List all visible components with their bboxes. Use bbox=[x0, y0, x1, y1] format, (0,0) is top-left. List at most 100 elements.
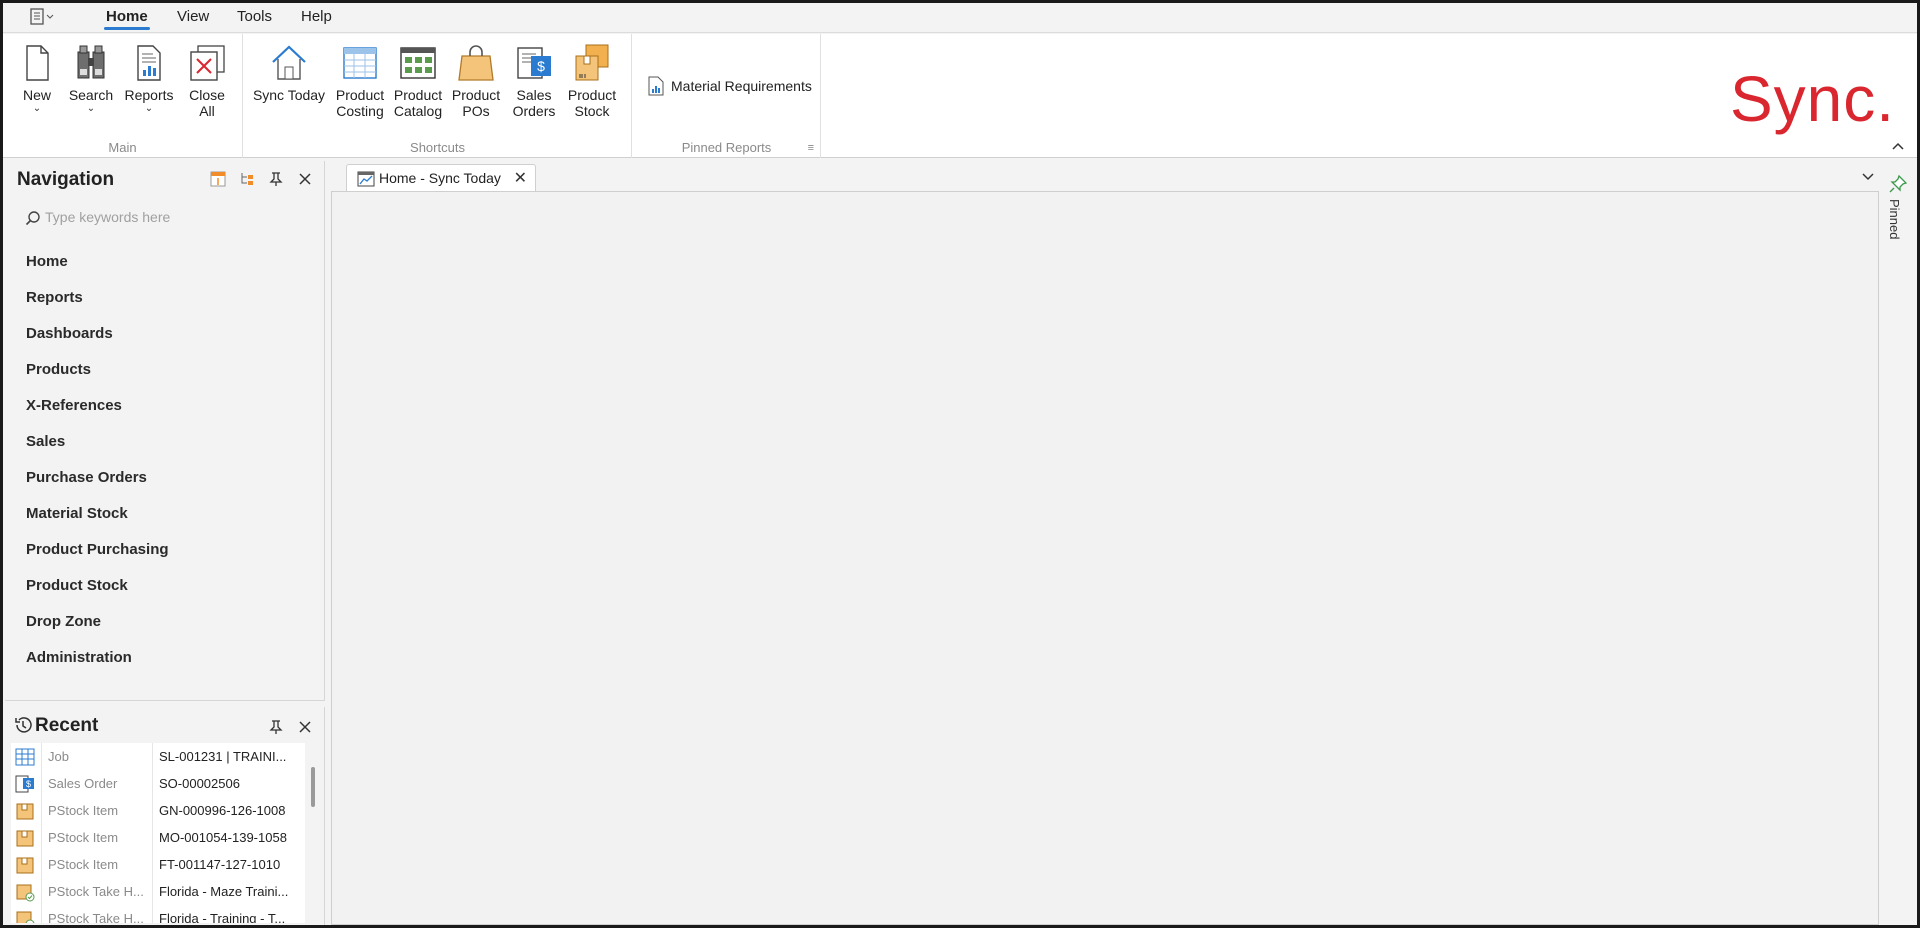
nav-search-box[interactable]: Type keywords here bbox=[19, 207, 309, 229]
product-catalog-button[interactable]: Product Catalog bbox=[390, 42, 446, 119]
pinned-side-panel[interactable]: Pinned bbox=[1885, 175, 1911, 265]
close-icon[interactable] bbox=[297, 719, 313, 735]
recent-row[interactable]: $ Sales Order SO-00002506 bbox=[11, 770, 305, 797]
history-icon bbox=[15, 717, 32, 733]
house-icon bbox=[269, 42, 309, 84]
nav-item-drop-zone[interactable]: Drop Zone bbox=[26, 613, 101, 630]
svg-text:$: $ bbox=[26, 779, 31, 789]
recent-row[interactable]: Job SL-001231 | TRAINI... bbox=[11, 743, 305, 770]
app-window: Home View Tools Help New ⌄ Search ⌄ Repo… bbox=[0, 0, 1920, 928]
recent-row[interactable]: PStock Item MO-001054-139-1058 bbox=[11, 824, 305, 851]
nav-item-administration[interactable]: Administration bbox=[26, 649, 132, 666]
chevron-down-icon bbox=[1862, 173, 1874, 181]
document-tab-strip: Home - Sync Today ✕ bbox=[331, 161, 1879, 191]
sales-order-icon: $ bbox=[514, 42, 554, 84]
nav-item-x-references[interactable]: X-References bbox=[26, 397, 122, 414]
recent-value: SL-001231 | TRAINI... bbox=[159, 749, 287, 764]
group-options-icon[interactable]: ≡ bbox=[808, 142, 814, 154]
spreadsheet-icon bbox=[340, 42, 380, 84]
recent-title: Recent bbox=[35, 715, 99, 736]
search-icon bbox=[25, 211, 40, 226]
product-stock-label: Product Stock bbox=[567, 87, 617, 119]
recent-type: Job bbox=[41, 743, 153, 770]
recent-scrollbar[interactable] bbox=[311, 767, 315, 807]
app-menu-button[interactable] bbox=[25, 7, 57, 27]
sync-logo: Sync. bbox=[1729, 63, 1895, 135]
sales-order-icon: $ bbox=[15, 775, 34, 793]
ribbon-group-pinned-reports: Material Requirements Pinned Reports ≡ bbox=[633, 34, 821, 158]
menu-tab-help[interactable]: Help bbox=[301, 8, 332, 25]
search-label: Search bbox=[68, 87, 114, 103]
recent-value: MO-001054-139-1058 bbox=[159, 830, 287, 845]
boxes-icon bbox=[572, 42, 612, 84]
pinned-label: Pinned bbox=[1887, 199, 1902, 240]
close-all-button[interactable]: Close All bbox=[179, 42, 235, 119]
document-content-area bbox=[331, 191, 1879, 925]
catalog-icon bbox=[398, 42, 438, 84]
nav-item-home[interactable]: Home bbox=[26, 253, 68, 270]
ribbon-group-main: New ⌄ Search ⌄ Reports ⌄ Close All Main bbox=[3, 34, 243, 158]
collapse-ribbon-button[interactable] bbox=[1891, 139, 1905, 151]
recent-value: SO-00002506 bbox=[159, 776, 240, 791]
nav-item-product-purchasing[interactable]: Product Purchasing bbox=[26, 541, 169, 558]
chevron-down-icon: ⌄ bbox=[144, 103, 154, 114]
stock-box-icon bbox=[16, 830, 34, 847]
stock-box-icon bbox=[16, 857, 34, 874]
svg-text:$: $ bbox=[537, 58, 545, 74]
shopping-bag-icon bbox=[456, 42, 496, 84]
recent-row[interactable]: PStock Take H... Florida - Training - T.… bbox=[11, 905, 305, 923]
reports-label: Reports bbox=[124, 87, 174, 103]
tab-home-sync-today[interactable]: Home - Sync Today ✕ bbox=[346, 164, 536, 191]
report-icon bbox=[648, 76, 664, 96]
recent-row[interactable]: PStock Item FT-001147-127-1010 bbox=[11, 851, 305, 878]
close-all-icon bbox=[187, 42, 227, 84]
group-caption-pinned-reports: Pinned Reports bbox=[681, 140, 772, 155]
close-tab-icon[interactable]: ✕ bbox=[514, 168, 527, 188]
reports-button[interactable]: Reports ⌄ bbox=[121, 42, 177, 114]
new-button[interactable]: New ⌄ bbox=[9, 42, 65, 114]
recent-list: Job SL-001231 | TRAINI... $ Sales Order … bbox=[11, 743, 305, 923]
job-grid-icon bbox=[15, 748, 35, 766]
menu-tab-view[interactable]: View bbox=[177, 8, 209, 25]
nav-item-products[interactable]: Products bbox=[26, 361, 91, 378]
nav-item-dashboards[interactable]: Dashboards bbox=[26, 325, 113, 342]
recent-row[interactable]: PStock Item GN-000996-126-1008 bbox=[11, 797, 305, 824]
stock-take-icon bbox=[16, 911, 35, 923]
expand-tree-icon[interactable] bbox=[210, 171, 226, 187]
chevron-down-icon: ⌄ bbox=[32, 103, 42, 114]
tabs-dropdown-button[interactable] bbox=[1861, 169, 1875, 181]
report-icon bbox=[129, 42, 169, 84]
nav-item-reports[interactable]: Reports bbox=[26, 289, 83, 306]
nav-item-product-stock[interactable]: Product Stock bbox=[26, 577, 128, 594]
nav-item-material-stock[interactable]: Material Stock bbox=[26, 505, 128, 522]
stock-take-icon bbox=[16, 884, 35, 902]
menu-tab-home[interactable]: Home bbox=[104, 8, 150, 30]
recent-value: GN-000996-126-1008 bbox=[159, 803, 286, 818]
nav-item-purchase-orders[interactable]: Purchase Orders bbox=[26, 469, 147, 486]
search-button[interactable]: Search ⌄ bbox=[63, 42, 119, 114]
nav-search-placeholder: Type keywords here bbox=[45, 209, 171, 225]
menu-tab-tools[interactable]: Tools bbox=[237, 8, 272, 25]
recent-panel: Recent Job SL-001231 | TRAINI... $ Sales… bbox=[5, 707, 325, 925]
sync-today-button[interactable]: Sync Today bbox=[252, 42, 326, 103]
tree-view-icon[interactable] bbox=[239, 171, 255, 187]
pin-icon[interactable] bbox=[268, 171, 284, 187]
product-pos-button[interactable]: Product POs bbox=[448, 42, 504, 119]
sales-orders-label: Sales Orders bbox=[512, 87, 556, 119]
chevron-down-icon: ⌄ bbox=[86, 103, 96, 114]
sales-orders-button[interactable]: $ Sales Orders bbox=[506, 42, 562, 119]
ribbon: New ⌄ Search ⌄ Reports ⌄ Close All Main … bbox=[3, 34, 1917, 158]
recent-row[interactable]: PStock Take H... Florida - Maze Traini..… bbox=[11, 878, 305, 905]
navigation-panel: Navigation Type keywords here Home Repor… bbox=[5, 161, 325, 701]
product-costing-label: Product Costing bbox=[335, 87, 385, 119]
recent-type: PStock Take H... bbox=[41, 905, 153, 923]
product-costing-button[interactable]: Product Costing bbox=[332, 42, 388, 119]
close-icon[interactable] bbox=[297, 171, 313, 187]
recent-value: FT-001147-127-1010 bbox=[159, 857, 281, 872]
pin-icon[interactable] bbox=[268, 719, 284, 735]
product-stock-button[interactable]: Product Stock bbox=[564, 42, 620, 119]
recent-type: PStock Take H... bbox=[41, 878, 153, 905]
nav-item-sales[interactable]: Sales bbox=[26, 433, 65, 450]
sync-today-label: Sync Today bbox=[252, 87, 326, 103]
new-label: New bbox=[22, 87, 51, 103]
